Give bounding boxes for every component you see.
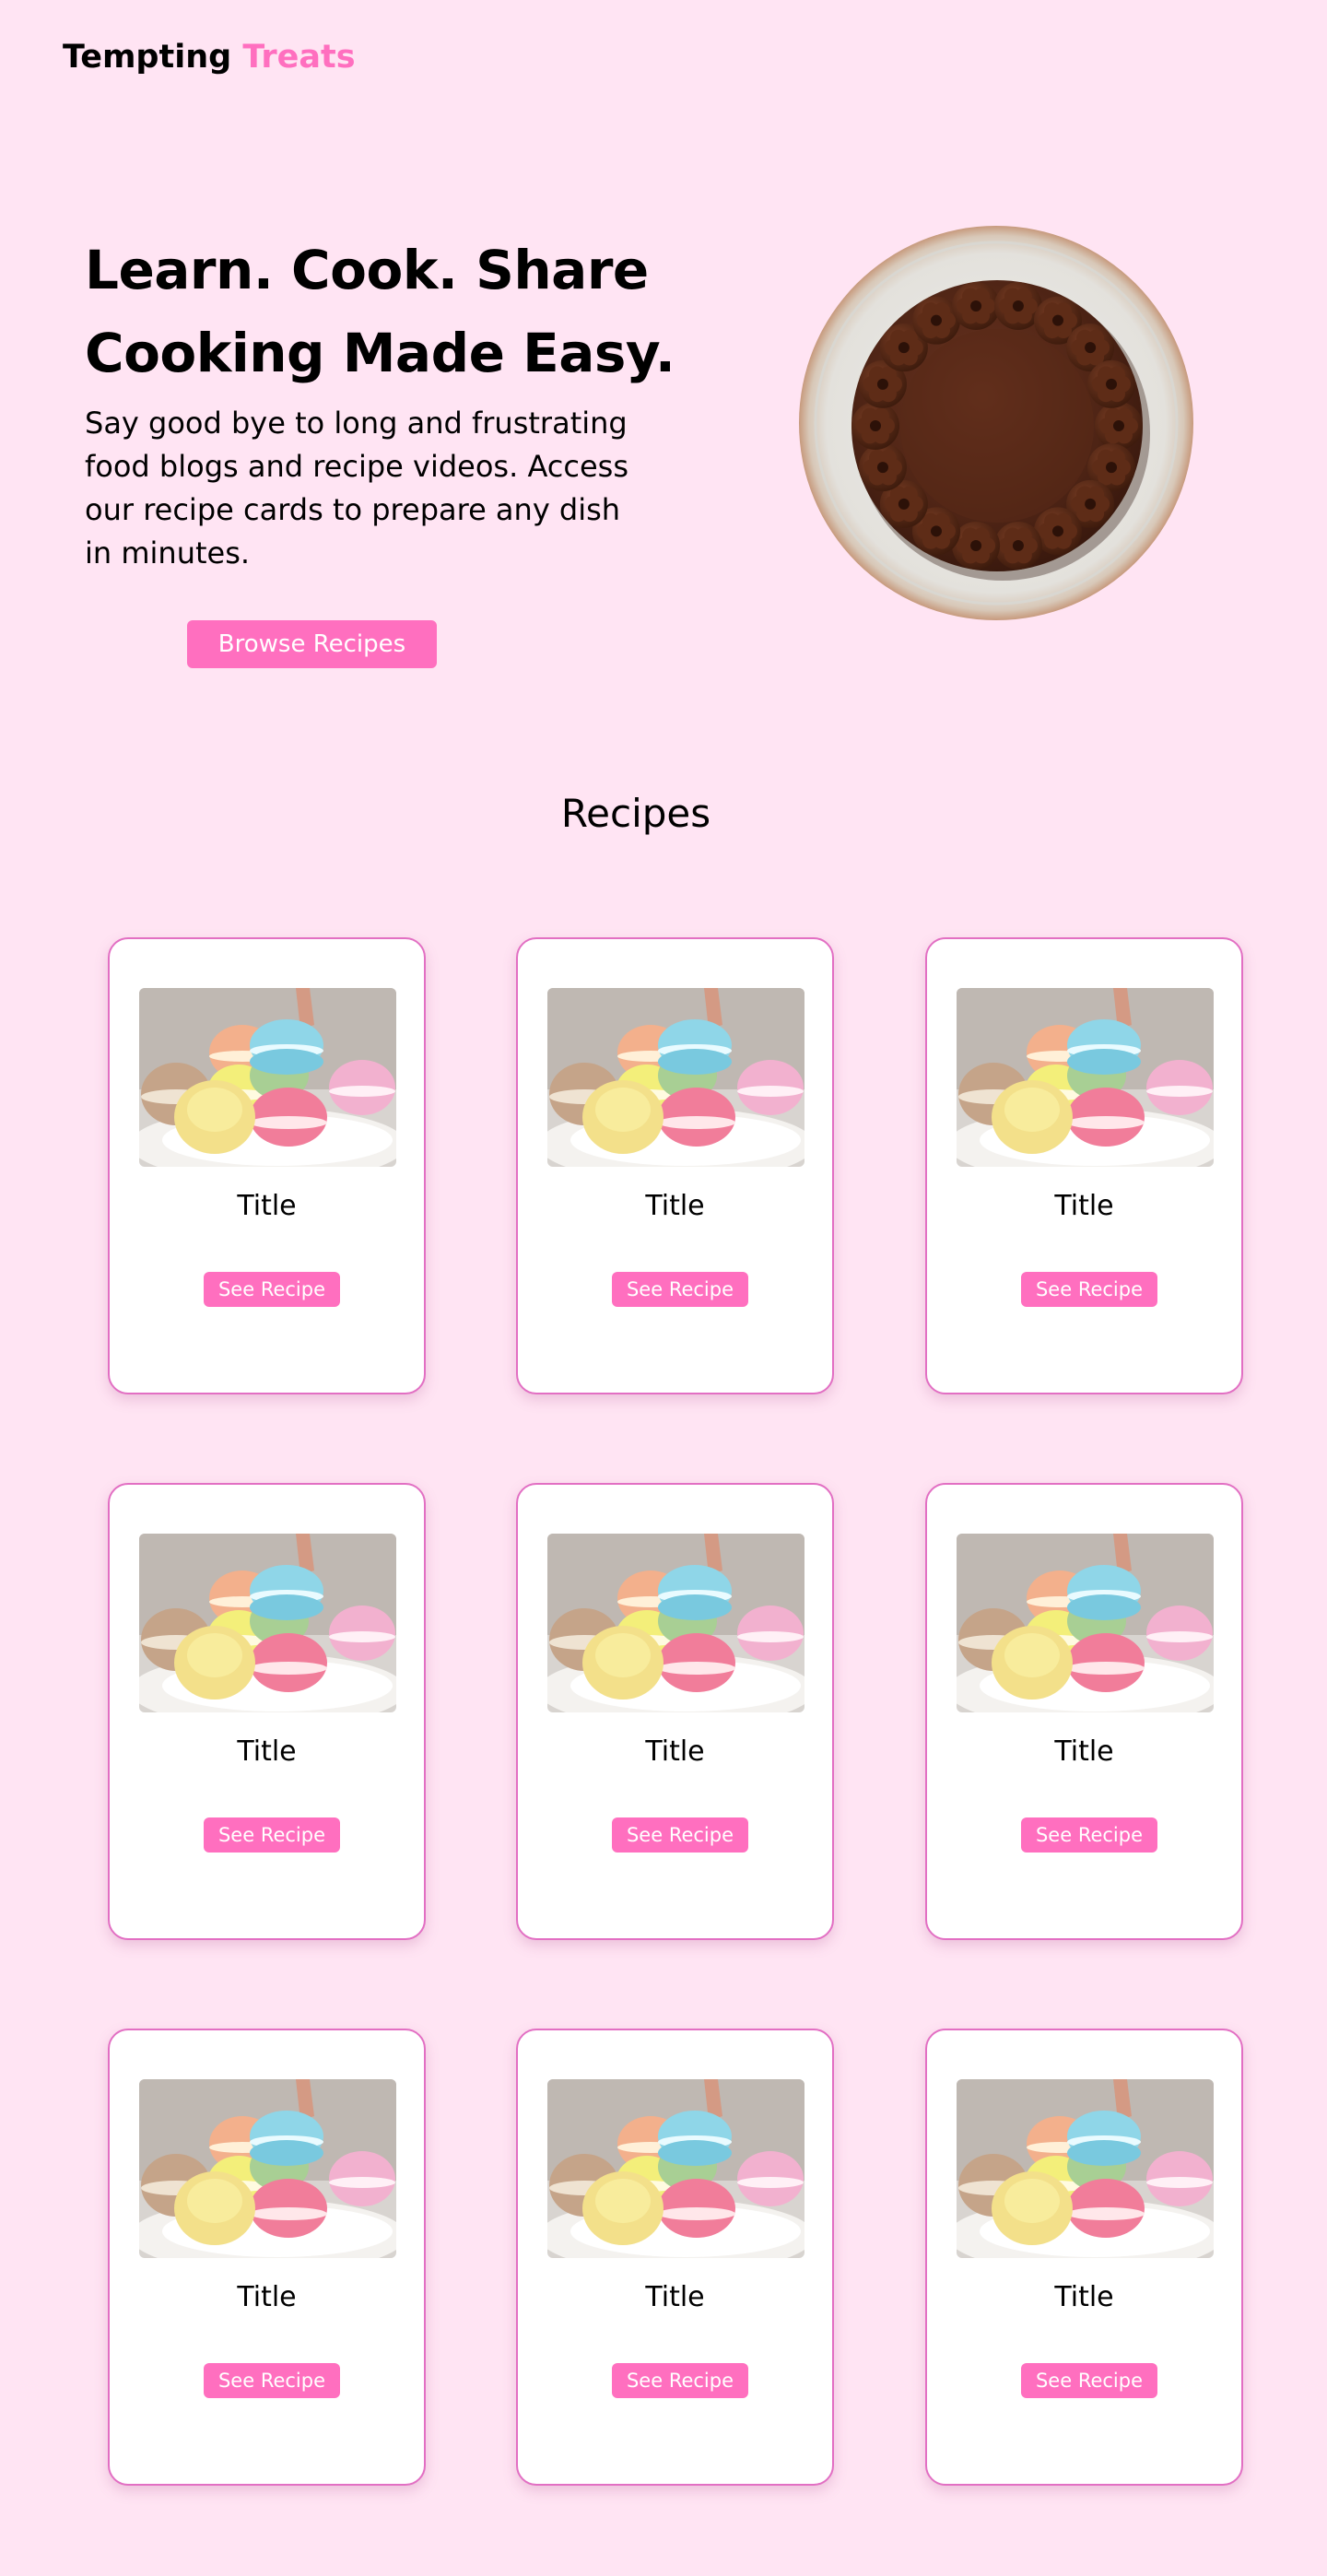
page: Tempting Treats Learn. Cook. Share Cooki… <box>0 0 1327 2576</box>
recipe-card-title: Title <box>237 2281 297 2313</box>
macarons-image <box>139 988 396 1167</box>
recipe-card-title: Title <box>1054 1190 1114 1222</box>
macarons-image <box>957 988 1214 1167</box>
macarons-image <box>957 1534 1214 1712</box>
site-logo[interactable]: Tempting Treats <box>63 39 356 76</box>
recipe-card-image <box>547 2079 804 2258</box>
recipe-card: Title See Recipe <box>925 1483 1243 1940</box>
recipe-card-image <box>547 1534 804 1712</box>
recipe-card-image <box>139 988 396 1167</box>
recipe-card: Title See Recipe <box>925 937 1243 1394</box>
recipe-card-image <box>139 1534 396 1712</box>
recipe-card-title: Title <box>1054 1735 1114 1768</box>
see-recipe-button[interactable]: See Recipe <box>204 1272 340 1307</box>
recipes-heading: Recipes <box>560 791 711 836</box>
macarons-image <box>547 1534 804 1712</box>
recipe-card-image <box>547 988 804 1167</box>
recipe-card-title: Title <box>645 1190 705 1222</box>
recipe-card-image <box>957 1534 1214 1712</box>
recipe-card-image <box>957 2079 1214 2258</box>
recipe-card-title: Title <box>237 1735 297 1768</box>
recipe-card-title: Title <box>645 2281 705 2313</box>
macarons-image <box>957 2079 1214 2258</box>
recipe-card-title: Title <box>237 1190 297 1222</box>
recipe-card: Title See Recipe <box>108 937 426 1394</box>
hero-title: Learn. Cook. Share Cooking Made Easy. <box>85 229 675 394</box>
logo-text-accent: Treats <box>242 39 356 76</box>
macarons-image <box>139 2079 396 2258</box>
hero-title-line-2: Cooking Made Easy. <box>85 322 675 384</box>
logo-text-primary: Tempting <box>63 39 232 76</box>
macarons-image <box>547 2079 804 2258</box>
see-recipe-button[interactable]: See Recipe <box>1021 1272 1157 1307</box>
see-recipe-button[interactable]: See Recipe <box>612 1272 748 1307</box>
chocolate-cake-image <box>798 225 1194 621</box>
recipe-card: Title See Recipe <box>108 2029 426 2486</box>
recipe-card: Title See Recipe <box>108 1483 426 1940</box>
macarons-image <box>139 1534 396 1712</box>
recipe-card: Title See Recipe <box>516 937 834 1394</box>
recipe-card-image <box>139 2079 396 2258</box>
see-recipe-button[interactable]: See Recipe <box>204 2363 340 2398</box>
see-recipe-button[interactable]: See Recipe <box>612 1817 748 1853</box>
see-recipe-button[interactable]: See Recipe <box>204 1817 340 1853</box>
see-recipe-button[interactable]: See Recipe <box>1021 1817 1157 1853</box>
recipe-card: Title See Recipe <box>516 1483 834 1940</box>
recipe-card-title: Title <box>645 1735 705 1768</box>
recipe-card: Title See Recipe <box>516 2029 834 2486</box>
hero-description: Say good bye to long and frustrating foo… <box>85 406 628 570</box>
see-recipe-button[interactable]: See Recipe <box>612 2363 748 2398</box>
recipe-card-title: Title <box>1054 2281 1114 2313</box>
hero-title-line-1: Learn. Cook. Share <box>85 239 649 301</box>
browse-recipes-button[interactable]: Browse Recipes <box>187 620 437 668</box>
recipe-card: Title See Recipe <box>925 2029 1243 2486</box>
macarons-image <box>547 988 804 1167</box>
see-recipe-button[interactable]: See Recipe <box>1021 2363 1157 2398</box>
recipe-card-image <box>957 988 1214 1167</box>
